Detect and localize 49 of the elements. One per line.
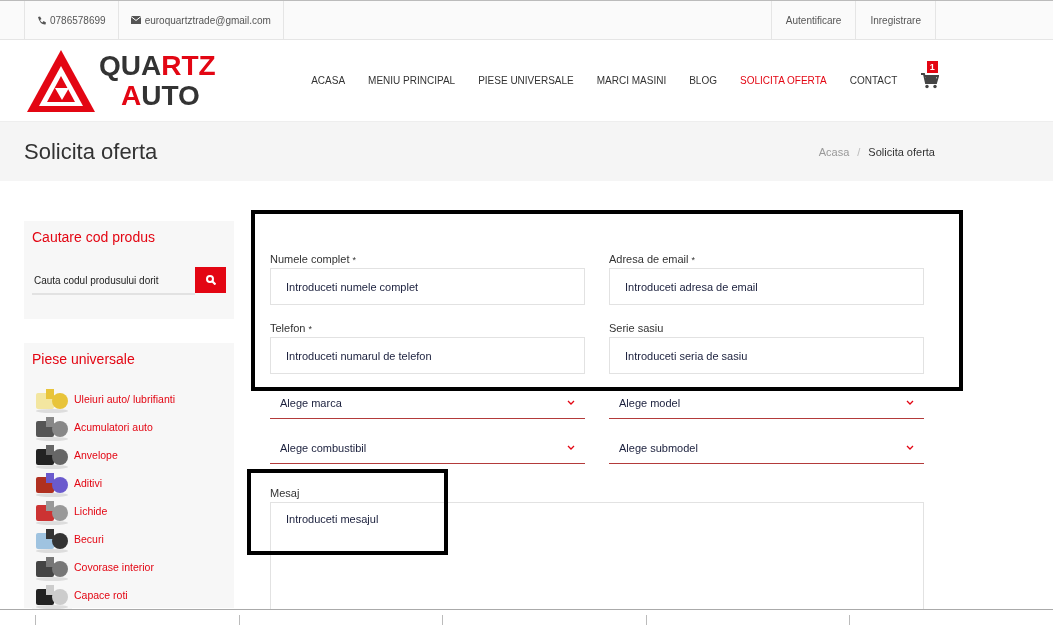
search-field[interactable]: Cauta codul produsului dorit — [32, 267, 195, 295]
nav-link[interactable]: MENIU PRINCIPAL — [356, 75, 467, 86]
phone-icon — [37, 15, 46, 25]
nav-link[interactable]: MARCI MASINI — [585, 75, 678, 86]
nav-link[interactable]: ACASA — [299, 75, 357, 86]
dropdown[interactable]: Alege submodel — [609, 432, 924, 464]
chevron-down-icon — [906, 400, 914, 405]
input-field[interactable]: Introduceti adresa de email — [609, 268, 924, 305]
logo-text: QUARTZ — [99, 50, 216, 81]
dropdown[interactable]: Alege marca — [270, 387, 585, 419]
input-field[interactable]: Introduceti numarul de telefon — [270, 337, 585, 374]
chevron-down-icon — [567, 445, 575, 450]
category-link[interactable]: Aditivi — [74, 476, 102, 489]
phone-number: 0786578699 — [50, 14, 106, 26]
field-label: Numele complet * — [270, 253, 357, 265]
search-button[interactable] — [195, 267, 226, 293]
top-link[interactable]: Inregistrare — [870, 14, 921, 26]
dropdown[interactable]: Alege model — [609, 387, 924, 419]
card-title: Piese universale — [32, 351, 136, 367]
category-link[interactable]: Uleiuri auto/ lubrifianti — [74, 392, 175, 405]
nav-link[interactable]: SOLICITA OFERTA — [728, 75, 839, 86]
search-icon — [205, 275, 216, 285]
envelope-icon — [130, 16, 141, 24]
field-label: Telefon * — [270, 322, 313, 334]
page-title: Solicita oferta — [24, 138, 158, 165]
chevron-down-icon — [906, 445, 914, 450]
logo-text: AUTO — [121, 80, 201, 111]
category-link[interactable]: Anvelope — [74, 448, 118, 461]
category-link[interactable]: Lichide — [74, 504, 108, 517]
email-address: euroquartztrade@gmail.com — [144, 14, 271, 26]
field-label: Adresa de email * — [609, 253, 696, 265]
nav-link[interactable]: BLOG — [677, 75, 729, 86]
input-field[interactable]: Introduceti numele complet — [270, 268, 585, 305]
dropdown[interactable]: Alege combustibil — [270, 432, 585, 464]
cart-icon[interactable] — [920, 72, 939, 89]
nav-link[interactable]: CONTACT — [838, 75, 909, 86]
top-link[interactable]: Autentificare — [785, 14, 842, 26]
input-field[interactable]: Introduceti seria de sasiu — [609, 337, 924, 374]
nav-link[interactable]: PIESE UNIVERSALE — [466, 75, 586, 86]
field-label: Serie sasiu — [609, 322, 664, 334]
category-link[interactable]: Covorase interior — [74, 560, 154, 573]
cart-count-badge: 1 — [926, 60, 938, 73]
card-title: Cautare cod produs — [32, 229, 156, 245]
category-link[interactable]: Capace roti — [74, 588, 128, 601]
chevron-down-icon — [567, 400, 575, 405]
field-label: Mesaj — [270, 487, 300, 499]
breadcrumb-separator: / — [857, 145, 861, 158]
category-link[interactable]: Acumulatori auto — [74, 420, 153, 433]
category-link[interactable]: Becuri — [74, 532, 104, 545]
